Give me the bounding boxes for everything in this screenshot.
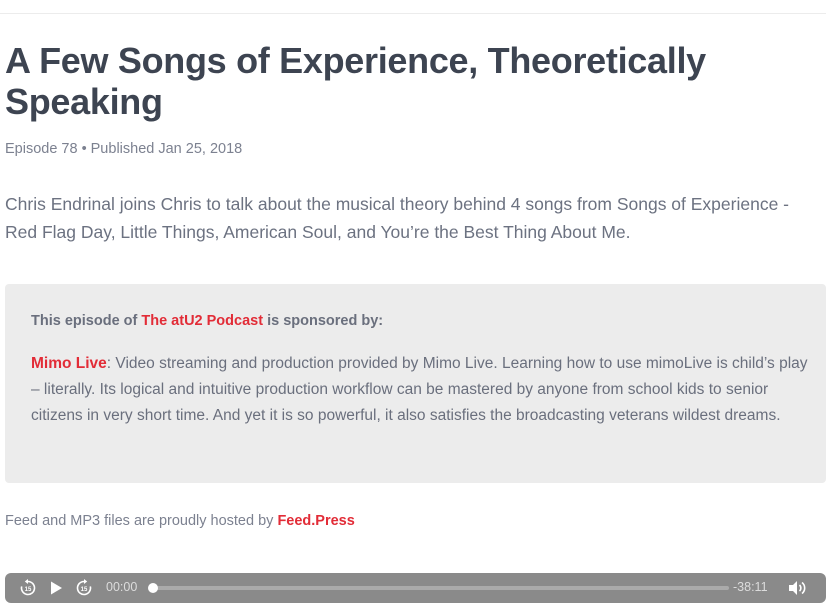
sponsor-box: This episode of The atU2 Podcast is spon… xyxy=(5,284,826,483)
sponsor-heading: This episode of The atU2 Podcast is spon… xyxy=(31,313,383,329)
svg-text:15: 15 xyxy=(25,587,32,593)
episode-page: A Few Songs of Experience, Theoretically… xyxy=(0,0,832,616)
hosting-credit: Feed and MP3 files are proudly hosted by… xyxy=(5,513,355,529)
sponsor-description-text: : Video streaming and production provide… xyxy=(31,355,808,424)
rewind-15-icon[interactable]: 15 xyxy=(18,578,38,598)
svg-text:15: 15 xyxy=(81,587,88,593)
episode-meta: Episode 78 • Published Jan 25, 2018 xyxy=(5,141,242,157)
progress-track[interactable] xyxy=(148,583,729,593)
meta-separator: • xyxy=(81,141,87,157)
publish-date: Published Jan 25, 2018 xyxy=(90,141,243,157)
play-icon[interactable] xyxy=(46,578,66,598)
podcast-link[interactable]: The atU2 Podcast xyxy=(141,313,263,329)
sponsor-description: Mimo Live: Video streaming and productio… xyxy=(31,351,811,429)
audio-player: 15 15 00:00 -38:11 xyxy=(5,573,826,603)
volume-icon[interactable] xyxy=(787,578,807,598)
top-divider xyxy=(0,13,826,14)
feedpress-link[interactable]: Feed.Press xyxy=(277,513,354,529)
sponsor-heading-prefix: This episode of xyxy=(31,313,142,329)
episode-summary: Chris Endrinal joins Chris to talk about… xyxy=(5,194,790,242)
episode-number: Episode 78 xyxy=(5,141,78,157)
remaining-time: -38:11 xyxy=(733,580,768,594)
forward-15-icon[interactable]: 15 xyxy=(74,578,94,598)
progress-thumb[interactable] xyxy=(148,583,158,593)
episode-title: A Few Songs of Experience, Theoretically… xyxy=(5,40,706,122)
current-time: 00:00 xyxy=(106,580,138,594)
sponsor-name-link[interactable]: Mimo Live xyxy=(31,355,107,372)
sponsor-heading-suffix: is sponsored by: xyxy=(263,313,384,329)
hosting-text: Feed and MP3 files are proudly hosted by xyxy=(5,513,278,529)
